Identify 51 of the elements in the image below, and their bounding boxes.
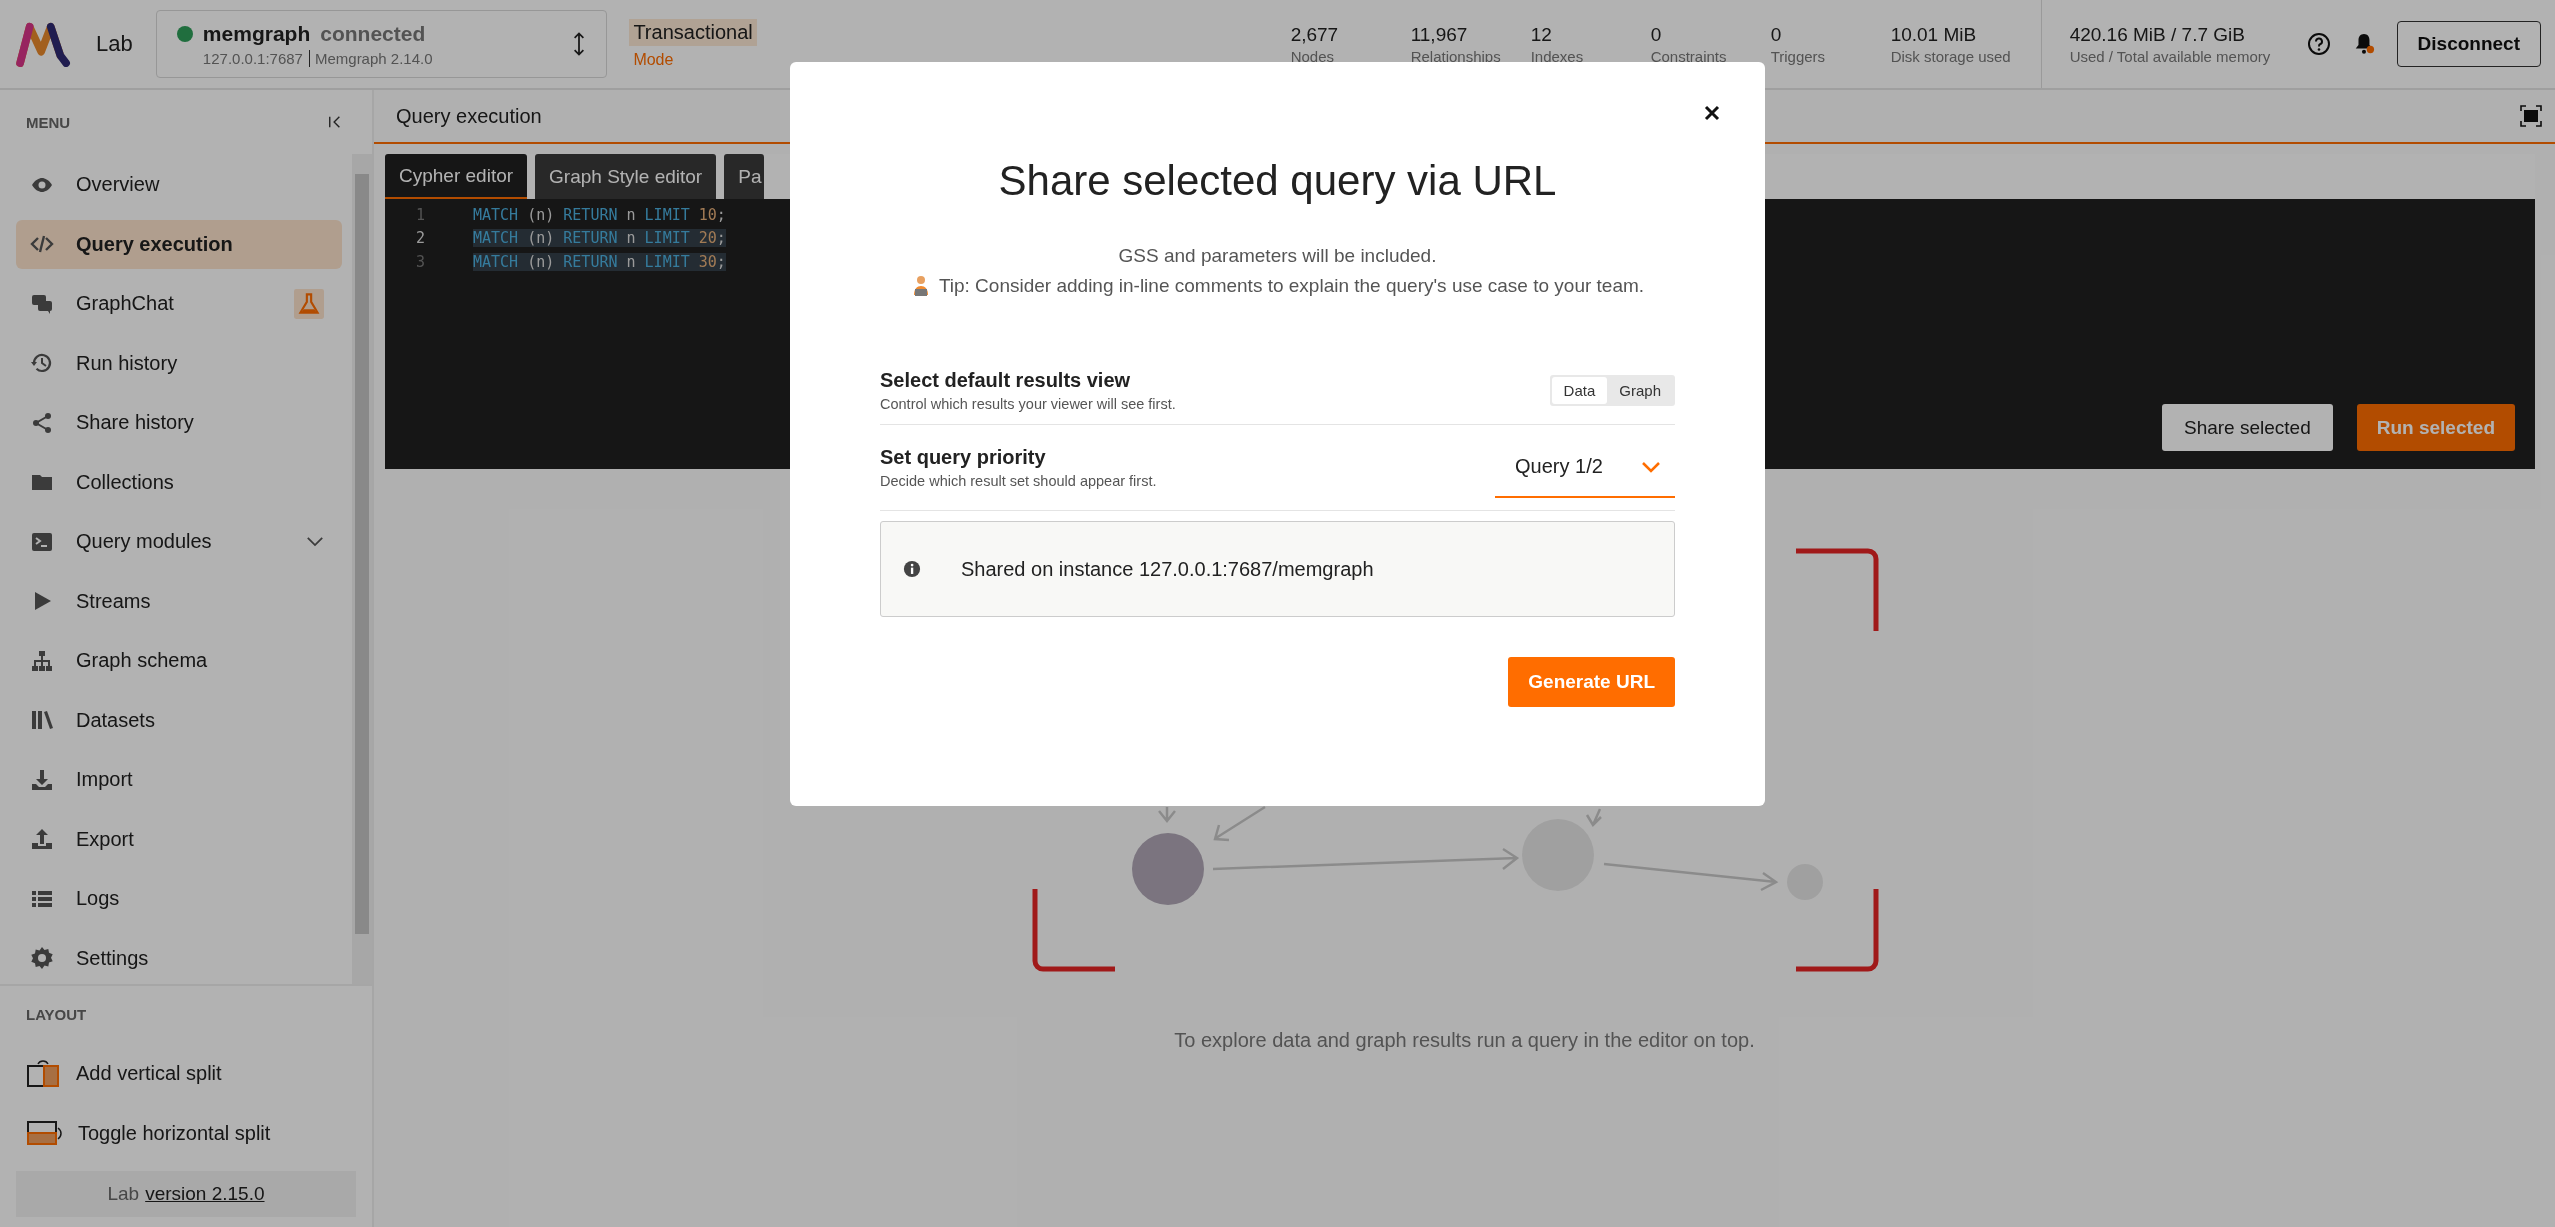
dialog-tip: Tip: Consider adding in-line comments to explain the query's use case to your team. (938, 275, 1645, 297)
empty-state-message: To explore data and graph results run a query in the editor on top. (1174, 1029, 1755, 1052)
menu-heading: MENU (26, 113, 71, 131)
instance-address: 127.0.0.1:7687 (202, 49, 303, 67)
stat-value: 11,967 (1410, 23, 1469, 46)
stat-label: Disk storage used (1890, 47, 2012, 65)
menu-label: Graph schema (76, 649, 209, 673)
stat-label: Constraints (1650, 47, 1728, 65)
section-description: Control which results your viewer will see first. (880, 396, 1176, 412)
line-number: 2 (414, 229, 426, 248)
footer-label: Lab (107, 1183, 140, 1205)
section-description: Decide which result set should appear first. (880, 473, 1157, 489)
stat-value: 0 (1770, 23, 1783, 46)
menu-label: GraphChat (76, 292, 175, 316)
panel-title: Query execution (396, 104, 542, 128)
stat-value: 10.01 MiB (1890, 23, 1978, 46)
menu-label: Logs (76, 887, 121, 911)
dialog-note: GSS and parameters will be included. (1117, 245, 1438, 267)
menu-label: Collections (76, 470, 175, 494)
mode-label: Mode (632, 51, 675, 69)
line-number: 1 (414, 205, 426, 224)
section-title: Select default results view (880, 369, 1132, 392)
memory-label: Used / Total available memory (2069, 47, 2272, 65)
stat-value: 0 (1650, 23, 1663, 46)
connection-status: connected (320, 21, 426, 46)
code-line: MATCH (n) RETURN n LIMIT 10; (473, 205, 726, 224)
stat-value: 12 (1530, 23, 1553, 46)
menu-label: Share history (76, 411, 195, 435)
memory-value: 420.16 MiB / 7.7 GiB (2069, 23, 2246, 46)
dialog-title: Share selected query via URL (997, 157, 1558, 205)
layout-heading: LAYOUT (25, 1005, 88, 1025)
section-title: Set query priority (880, 446, 1047, 469)
menu-label: Streams (76, 589, 152, 613)
menu-label: Query execution (76, 232, 234, 256)
menu-label: Import (76, 768, 134, 792)
stat-value: 2,677 (1290, 23, 1340, 46)
menu-label: Settings (76, 946, 150, 970)
menu-label: Datasets (76, 708, 156, 732)
menu-label: Overview (76, 173, 161, 197)
info-text: Shared on instance 127.0.0.1:7687/memgraph (961, 557, 1374, 581)
menu-label: Query modules (76, 530, 213, 554)
app-name: Lab (96, 31, 133, 57)
menu-label: Run history (76, 351, 179, 375)
stat-label: Triggers (1770, 47, 1827, 65)
menu-label: Export (76, 827, 135, 851)
instance-version: Memgraph 2.14.0 (308, 49, 433, 67)
line-number: 3 (414, 252, 426, 271)
stat-label: Relationships (1410, 47, 1502, 65)
stat-label: Nodes (1290, 47, 1335, 65)
instance-name: memgraph (202, 21, 311, 46)
stat-label: Indexes (1530, 47, 1585, 65)
